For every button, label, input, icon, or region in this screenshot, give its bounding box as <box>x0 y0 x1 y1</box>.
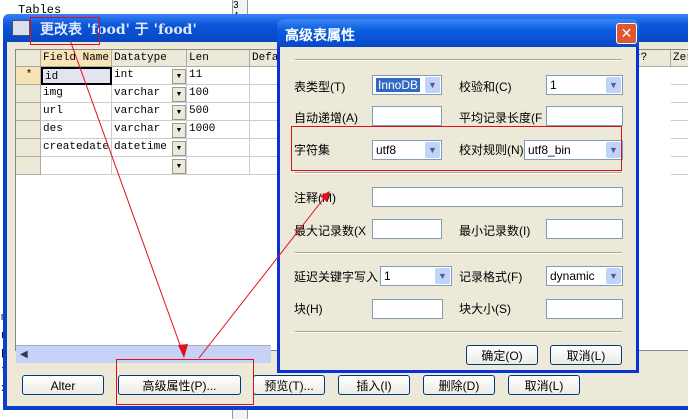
arrow-line <box>198 192 329 359</box>
annotation-arrows <box>69 39 330 359</box>
arrow-head <box>320 191 330 202</box>
arrow-head <box>178 344 188 358</box>
arrow-line <box>69 39 185 357</box>
